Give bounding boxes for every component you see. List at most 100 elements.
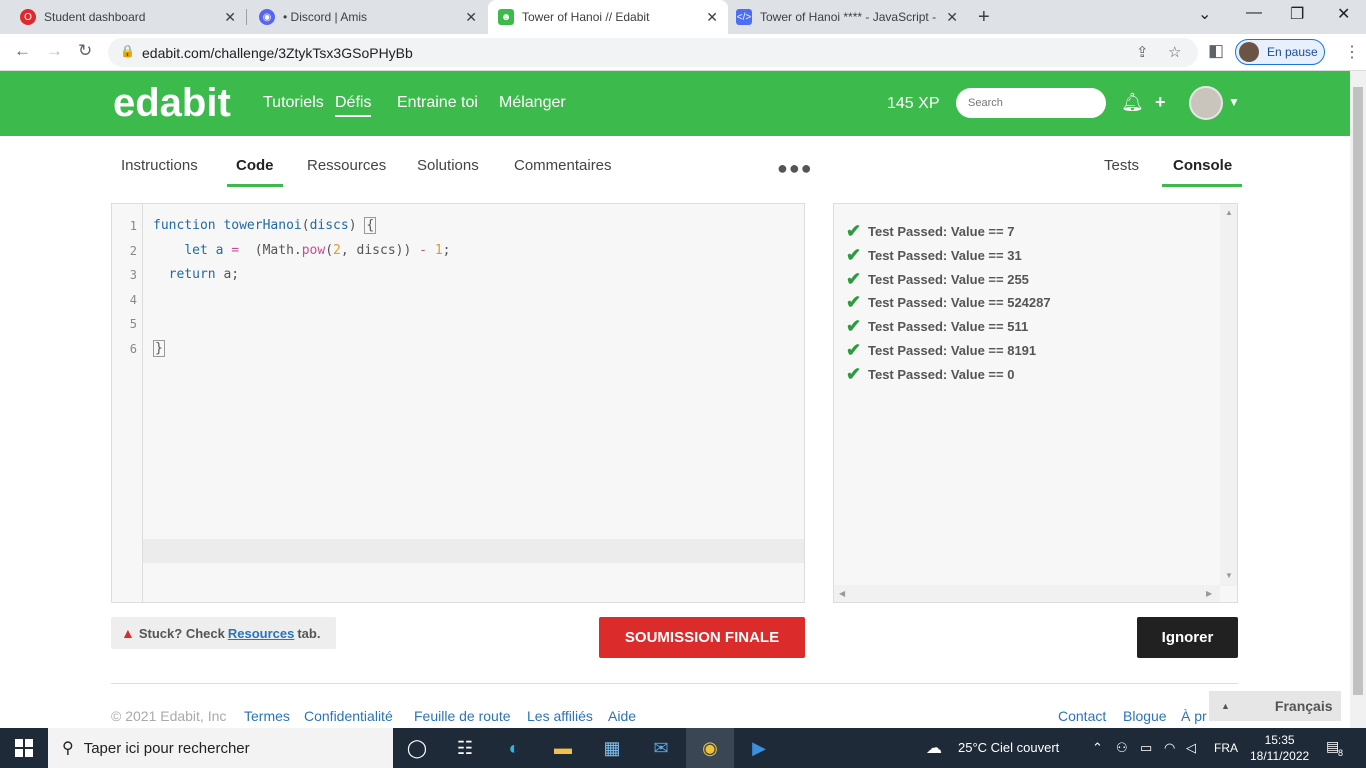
stuck-text: Stuck? Check: [138, 625, 225, 641]
close-icon[interactable]: ✕: [946, 9, 958, 26]
side-panel-icon[interactable]: ◧: [1208, 41, 1224, 61]
chrome-icon[interactable]: ◉: [686, 728, 734, 768]
test-result-text: Test Passed: Value == 8191: [868, 343, 1037, 358]
close-window-icon[interactable]: ✕: [1337, 4, 1350, 24]
language-selector[interactable]: ▲ Français: [1209, 691, 1341, 721]
share-icon[interactable]: ⇪: [1136, 43, 1149, 61]
nav-defis[interactable]: Défis: [335, 94, 372, 117]
widgets-icon[interactable]: ☷: [441, 728, 489, 768]
chevron-up-icon[interactable]: ⌃: [1092, 740, 1103, 756]
footer-link-a-propos[interactable]: À pr: [1181, 708, 1207, 724]
vertical-scrollbar[interactable]: ▲ ▼: [1220, 204, 1237, 586]
footer-link-blogue[interactable]: Blogue: [1123, 708, 1167, 724]
lock-icon[interactable]: 🔒: [120, 44, 135, 58]
site-header: edabit Tutoriels Défis Entraine toi Méla…: [0, 71, 1350, 136]
volume-icon[interactable]: ◁: [1186, 740, 1196, 756]
code-line-1[interactable]: function towerHanoi(discs) {: [153, 217, 377, 234]
stuck-suffix: tab.: [297, 625, 321, 641]
plus-icon[interactable]: +: [1155, 92, 1166, 113]
stuck-hint: ▲ Stuck? Check Resources tab.: [111, 617, 336, 649]
file-explorer-icon[interactable]: ▬: [539, 728, 587, 768]
horizontal-scrollbar[interactable]: ◀ ▶: [834, 585, 1220, 602]
more-options-icon[interactable]: ●●●: [777, 158, 813, 179]
profile-button[interactable]: En pause: [1235, 39, 1325, 65]
media-player-icon[interactable]: ▶: [735, 728, 783, 768]
tab-console[interactable]: Console: [1162, 157, 1243, 187]
browser-tab-strip: O Student dashboard ✕ ◉ • Discord | Amis…: [0, 0, 1366, 34]
scroll-down-icon[interactable]: ▼: [1225, 571, 1233, 580]
store-icon[interactable]: ▦: [588, 728, 636, 768]
browser-menu-icon[interactable]: ⋮: [1344, 42, 1360, 62]
task-view-icon[interactable]: ◯: [393, 728, 441, 768]
code-line-3[interactable]: return a;: [153, 267, 239, 282]
taskbar-search[interactable]: ⚲ Taper ici pour rechercher: [48, 728, 393, 768]
tab-instructions[interactable]: Instructions: [121, 157, 198, 184]
meet-icon[interactable]: ⚇: [1116, 740, 1128, 756]
test-result: ✔ Test Passed: Value == 31: [846, 245, 1022, 266]
weather-icon[interactable]: ☁: [926, 738, 942, 758]
new-tab-button[interactable]: +: [978, 6, 990, 29]
windows-start-icon[interactable]: [15, 739, 33, 757]
browser-tab-javascript[interactable]: </> Tower of Hanoi **** - JavaScript - ✕: [728, 0, 968, 34]
footer-link-affilies[interactable]: Les affiliés: [527, 708, 593, 724]
avatar[interactable]: [1189, 86, 1223, 120]
mail-icon[interactable]: ✉: [637, 728, 685, 768]
code-icon: </>: [736, 9, 752, 25]
scroll-up-icon[interactable]: ▲: [1225, 208, 1233, 217]
url-text[interactable]: edabit.com/challenge/3ZtykTsx3GSoPHyBb: [142, 45, 413, 61]
edabit-logo[interactable]: edabit: [113, 81, 231, 126]
wifi-icon[interactable]: ◠: [1164, 740, 1175, 756]
code-line-6[interactable]: }: [153, 340, 165, 357]
tab-ressources[interactable]: Ressources: [307, 157, 386, 184]
final-submit-button[interactable]: SOUMISSION FINALE: [599, 617, 805, 658]
minimize-icon[interactable]: —: [1246, 4, 1262, 22]
tab-commentaires[interactable]: Commentaires: [514, 157, 612, 184]
browser-tab-discord[interactable]: ◉ • Discord | Amis ✕: [247, 0, 487, 34]
browser-tab-edabit[interactable]: ☻ Tower of Hanoi // Edabit ✕: [488, 0, 728, 34]
test-result: ✔ Test Passed: Value == 7: [846, 221, 1014, 242]
search-input[interactable]: [956, 88, 1106, 118]
console-panel[interactable]: ✔ Test Passed: Value == 7 ✔ Test Passed: V…: [833, 203, 1238, 603]
code-editor[interactable]: 1 2 3 4 5 6 function towerHanoi(discs) {…: [111, 203, 805, 603]
footer-link-feuille-de-route[interactable]: Feuille de route: [414, 708, 511, 724]
footer-link-termes[interactable]: Termes: [244, 708, 290, 724]
checkmark-icon: ✔: [846, 245, 862, 265]
chevron-down-icon[interactable]: ▼: [1228, 95, 1240, 109]
back-icon[interactable]: ←: [14, 41, 31, 61]
profile-status-label: En pause: [1267, 45, 1318, 59]
tab-search-icon[interactable]: ⌄: [1198, 4, 1211, 24]
tab-solutions[interactable]: Solutions: [417, 157, 479, 184]
weather-text[interactable]: 25°C Ciel couvert: [958, 740, 1059, 755]
scroll-right-icon[interactable]: ▶: [1206, 589, 1212, 598]
bookmark-star-icon[interactable]: ☆: [1168, 43, 1181, 61]
nav-tutoriels[interactable]: Tutoriels: [263, 94, 324, 112]
browser-tab-student-dashboard[interactable]: O Student dashboard ✕: [0, 0, 246, 34]
footer-link-aide[interactable]: Aide: [608, 708, 636, 724]
input-language[interactable]: FRA: [1214, 741, 1238, 755]
tab-tests[interactable]: Tests: [1104, 157, 1139, 184]
address-bar[interactable]: 🔒 edabit.com/challenge/3ZtykTsx3GSoPHyBb…: [108, 38, 1198, 67]
nav-melanger[interactable]: Mélanger: [499, 94, 566, 112]
nav-entraine-toi[interactable]: Entraine toi: [397, 94, 478, 112]
footer-link-contact[interactable]: Contact: [1058, 708, 1106, 724]
close-icon[interactable]: ✕: [224, 9, 236, 26]
tab-code[interactable]: Code: [227, 157, 283, 187]
tab-title: Tower of Hanoi // Edabit: [522, 10, 650, 24]
scrollbar-thumb[interactable]: [1353, 87, 1363, 695]
page-scrollbar[interactable]: [1350, 71, 1366, 728]
close-icon[interactable]: ✕: [706, 9, 718, 26]
resources-link[interactable]: Resources: [228, 626, 294, 641]
line-number: 5: [129, 317, 137, 331]
scroll-left-icon[interactable]: ◀: [839, 589, 845, 598]
maximize-icon[interactable]: ❐: [1290, 4, 1304, 24]
close-icon[interactable]: ✕: [465, 9, 477, 26]
code-line-2[interactable]: let a = (Math.pow(2, discs)) - 1;: [153, 243, 450, 258]
reload-icon[interactable]: ↻: [78, 41, 92, 61]
ignore-button[interactable]: Ignorer: [1137, 617, 1238, 658]
footer-link-confidentialite[interactable]: Confidentialité: [304, 708, 393, 724]
forward-icon[interactable]: →: [46, 41, 63, 61]
edge-icon[interactable]: ◐: [490, 728, 538, 768]
battery-icon[interactable]: ▭: [1140, 740, 1152, 756]
bell-icon[interactable]: 🔔︎: [1121, 92, 1144, 113]
clock[interactable]: 15:35 18/11/2022: [1250, 732, 1309, 764]
